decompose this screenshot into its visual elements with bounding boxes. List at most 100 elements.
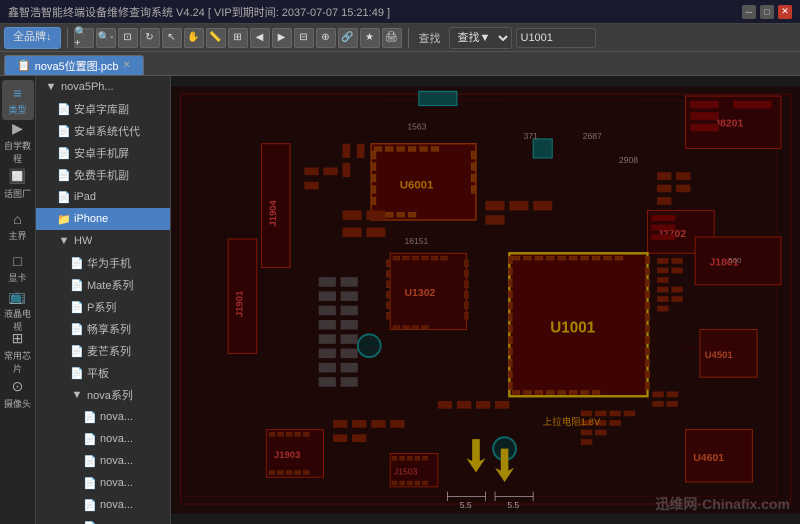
sep1 [67,28,68,48]
tab-bar: 📋 nova5位置图.pcb ✕ [0,52,800,76]
sidebar-label: 免费手机副 [74,167,129,183]
nav-chips[interactable]: ⊞ 常用芯片 [2,332,34,372]
pcb-tab[interactable]: 📋 nova5位置图.pcb ✕ [4,55,144,75]
select-button[interactable]: ↖ [162,28,182,48]
svg-text:U1001: U1001 [550,319,595,336]
sidebar-item-nova5[interactable]: 📄 nova... [36,494,170,516]
toolbar-icons: 🔍+ 🔍- ⊡ ↻ ↖ ✋ 📏 ⊞ ◀ ▶ ⊟ ⊕ 🔗 ★ 🖨 [74,28,402,48]
sidebar-item-nova-series[interactable]: ▼ nova系列 [36,384,170,406]
pcb-canvas: J8201 J2702 J1801 [171,76,800,524]
zoom-in-button[interactable]: 🔍+ [74,28,94,48]
doc-icon: 📄 [70,278,84,292]
doc-icon: 📄 [70,322,84,336]
sep2 [408,28,409,48]
sidebar-item-p-series[interactable]: 📄 P系列 [36,296,170,318]
sidebar-label: HW [74,235,92,247]
sidebar-label: nova... [100,477,133,489]
fit-button[interactable]: ⊡ [118,28,138,48]
folder-icon: 📁 [57,212,71,226]
sidebar-item-nova2[interactable]: 📄 nova... [36,428,170,450]
sidebar-label: P系列 [87,299,116,315]
chips-icon: ⊞ [12,330,24,347]
close-button[interactable]: ✕ [778,5,792,19]
sidebar-item-android-font[interactable]: 📄 安卓字库副 [36,98,170,120]
snap-button[interactable]: ⊕ [316,28,336,48]
sidebar-item-nova5ph[interactable]: ▼ nova5Ph... [36,76,170,98]
net-button[interactable]: 🔗 [338,28,358,48]
svg-text:J1904: J1904 [268,199,279,226]
nav-home[interactable]: ⌂ 主界 [2,206,34,246]
sidebar-tree: ▼ nova5Ph... 📄 安卓字库副 📄 安卓系统代代 📄 安卓手机屏 📄 … [36,76,171,524]
nav-tutorial-label: 自学教程 [2,139,34,165]
nav-tv[interactable]: 📺 液晶电视 [2,290,34,330]
sidebar-item-free-phone[interactable]: 📄 免费手机副 [36,164,170,186]
svg-text:U4501: U4501 [705,350,734,361]
doc-icon: 📄 [83,476,97,490]
sidebar-label: 平板 [87,365,109,381]
sidebar-item-mate[interactable]: 📄 Mate系列 [36,274,170,296]
highlight-button[interactable]: ★ [360,28,380,48]
hand-button[interactable]: ✋ [184,28,204,48]
measure-button[interactable]: 📏 [206,28,226,48]
sidebar-item-maifang[interactable]: 📄 麦芒系列 [36,340,170,362]
doc-icon: 📄 [57,124,71,138]
grid-button[interactable]: ⊟ [294,28,314,48]
svg-text:1563: 1563 [407,121,426,131]
folder-icon: ▼ [70,388,84,402]
search-input[interactable] [516,28,596,48]
nav-gpu[interactable]: □ 显卡 [2,248,34,288]
print-button[interactable]: 🖨 [382,28,402,48]
sidebar-label: nova5Ph... [61,81,114,93]
sidebar-item-android-sys[interactable]: 📄 安卓系统代代 [36,120,170,142]
doc-icon: 📄 [83,454,97,468]
svg-text:J1903: J1903 [274,450,300,461]
svg-text:2687: 2687 [583,131,602,141]
tab-close-icon[interactable]: ✕ [122,60,130,71]
sidebar-item-iphone[interactable]: 📁 iPhone [36,208,170,230]
nav-camera[interactable]: ⊙ 摄像头 [2,374,34,414]
sidebar-item-hw[interactable]: ▼ HW [36,230,170,252]
home-icon: ⌂ [13,211,21,227]
svg-text:5.5: 5.5 [460,500,472,510]
sidebar-item-nova6[interactable]: 📄 nova... [36,516,170,524]
doc-icon: 📄 [70,366,84,380]
sidebar-item-nova4[interactable]: 📄 nova... [36,472,170,494]
rotate-button[interactable]: ↻ [140,28,160,48]
sidebar-item-nova3[interactable]: 📄 nova... [36,450,170,472]
search-label: 查找 [419,30,441,46]
diagram-icon: 🔲 [9,168,26,185]
nav-diagram[interactable]: 🔲 话图厂 [2,164,34,204]
window-controls: ─ □ ✕ [742,5,792,19]
sidebar-item-nova1[interactable]: 📄 nova... [36,406,170,428]
sidebar-label: nova... [100,433,133,445]
sidebar-item-changxiang[interactable]: 📄 畅享系列 [36,318,170,340]
sidebar-item-huawei-phone[interactable]: 📄 华为手机 [36,252,170,274]
layer-button[interactable]: ⊞ [228,28,248,48]
doc-icon: 📄 [83,498,97,512]
prev-button[interactable]: ◀ [250,28,270,48]
brand-select-button[interactable]: 全品牌↓ [4,27,61,49]
next-button[interactable]: ▶ [272,28,292,48]
maximize-button[interactable]: □ [760,5,774,19]
doc-icon: 📄 [83,520,97,524]
nav-category[interactable]: ≡ 类型 [2,80,34,120]
svg-text:371: 371 [524,131,539,141]
nav-tutorial[interactable]: ▶ 自学教程 [2,122,34,162]
doc-icon: 📄 [57,146,71,160]
svg-text:U4601: U4601 [693,453,724,464]
sidebar-item-ipad[interactable]: 📄 iPad [36,186,170,208]
svg-text:U1302: U1302 [404,288,435,299]
toolbar: 全品牌↓ 🔍+ 🔍- ⊡ ↻ ↖ ✋ 📏 ⊞ ◀ ▶ ⊟ ⊕ 🔗 ★ 🖨 查找 … [0,24,800,52]
sidebar-item-android-phone[interactable]: 📄 安卓手机屏 [36,142,170,164]
nav-category-label: 类型 [8,103,26,116]
pcb-view[interactable]: J8201 J2702 J1801 [171,76,800,524]
main-layout: ≡ 类型 ▶ 自学教程 🔲 话图厂 ⌂ 主界 □ 显卡 📺 液晶电视 ⊞ 常用芯… [0,76,800,524]
nav-home-label: 主界 [8,229,26,242]
sidebar-item-tablet[interactable]: 📄 平板 [36,362,170,384]
sidebar-label: nova... [100,411,133,423]
search-type-select[interactable]: 查找▼ [449,27,512,49]
zoom-out-button[interactable]: 🔍- [96,28,116,48]
doc-icon: 📄 [83,432,97,446]
minimize-button[interactable]: ─ [742,5,756,19]
svg-text:2908: 2908 [619,155,638,165]
